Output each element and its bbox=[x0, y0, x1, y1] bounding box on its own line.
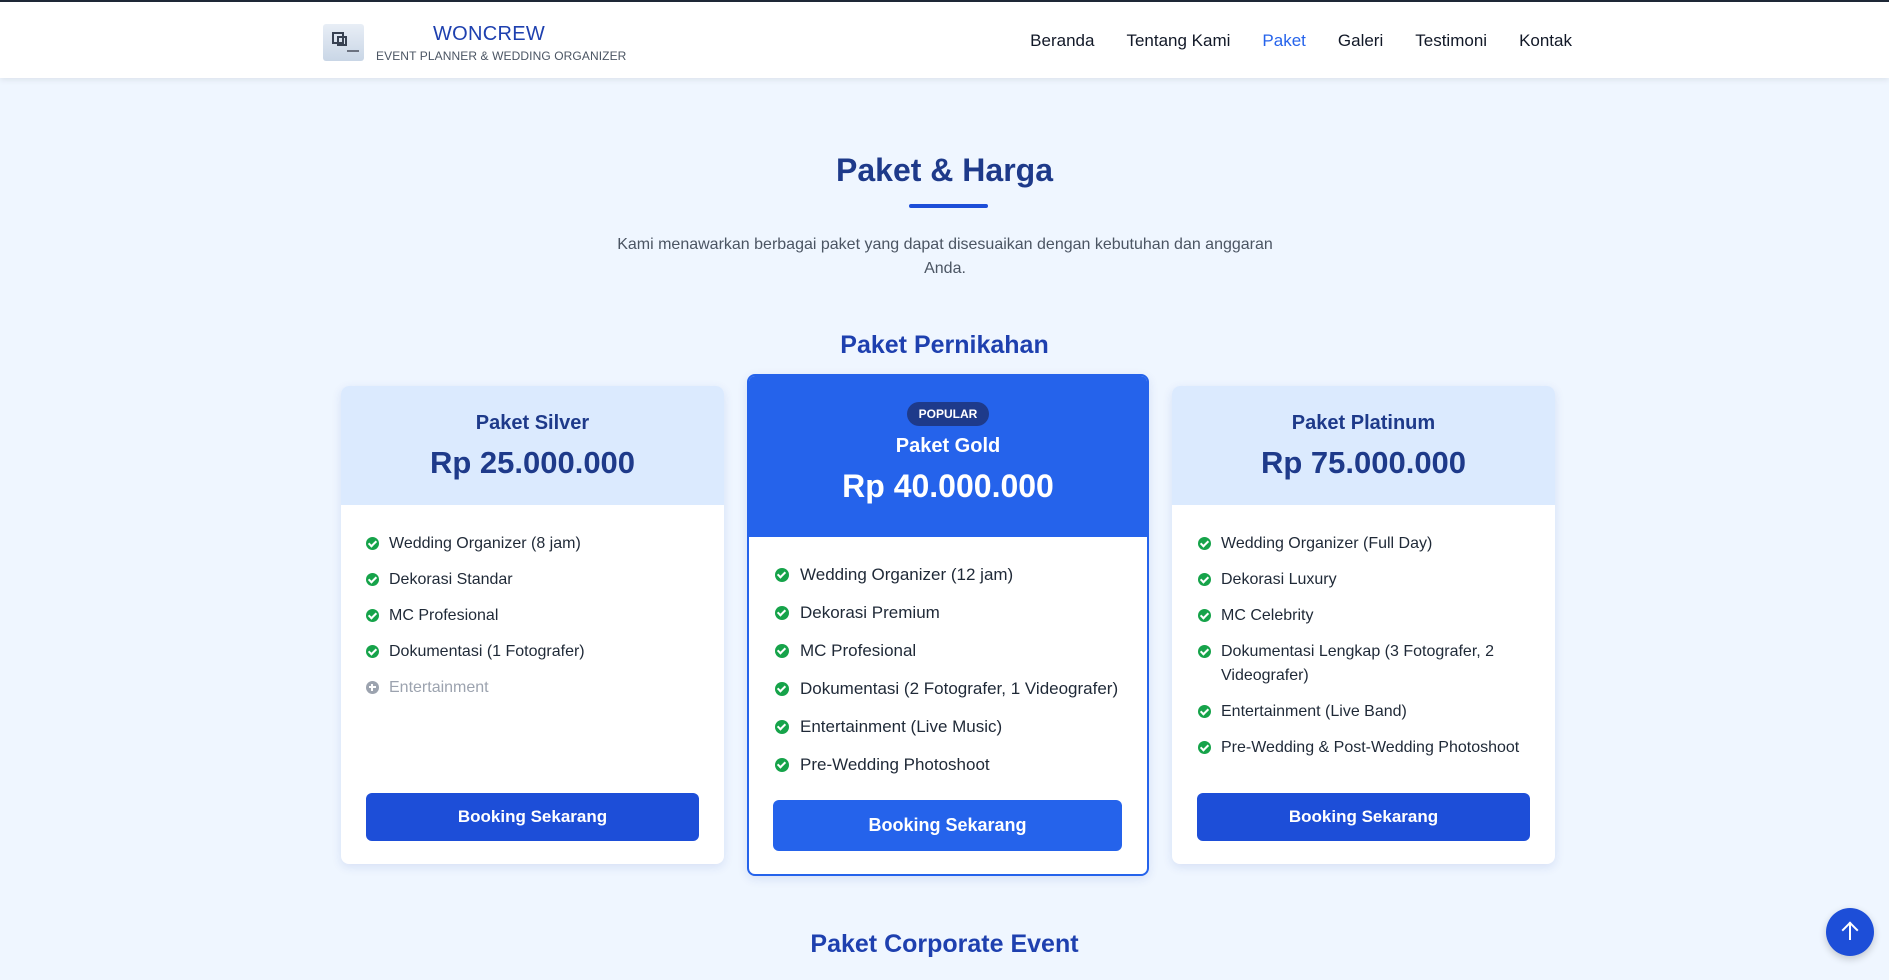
nav-beranda[interactable]: Beranda bbox=[1030, 31, 1094, 51]
check-circle-icon bbox=[1198, 705, 1211, 718]
feature-item: Wedding Organizer (12 jam) bbox=[775, 563, 1135, 587]
feature-item-excluded: Entertainment bbox=[366, 676, 706, 700]
package-name: Paket Silver bbox=[475, 412, 590, 434]
booking-button-gold[interactable]: Booking Sekarang bbox=[773, 800, 1122, 851]
package-price: Rp 25.000.000 bbox=[429, 445, 636, 480]
feature-text: Dokumentasi Lengkap (3 Fotografer, 2 Vid… bbox=[1221, 643, 1495, 684]
feature-text: MC Profesional bbox=[389, 607, 499, 624]
plus-circle-icon bbox=[366, 681, 379, 694]
check-circle-icon bbox=[775, 720, 789, 734]
feature-item: Dekorasi Standar bbox=[366, 568, 706, 592]
card-header: Paket Platinum Rp 75.000.000 bbox=[1172, 386, 1555, 505]
feature-list: Wedding Organizer (12 jam) Dekorasi Prem… bbox=[775, 563, 1135, 791]
check-circle-icon bbox=[775, 568, 789, 582]
package-card-silver: Paket Silver Rp 25.000.000 Wedding Organ… bbox=[341, 386, 724, 864]
check-circle-icon bbox=[1198, 741, 1211, 754]
main-nav: Beranda Tentang Kami Paket Galeri Testim… bbox=[1030, 31, 1572, 51]
feature-text: Wedding Organizer (12 jam) bbox=[800, 565, 1014, 584]
check-circle-icon bbox=[366, 537, 379, 550]
feature-text: Dokumentasi (2 Fotografer, 1 Videografer… bbox=[800, 679, 1119, 698]
feature-text: Dokumentasi (1 Fotografer) bbox=[389, 643, 585, 660]
feature-item: Entertainment (Live Band) bbox=[1198, 700, 1538, 724]
feature-item: Pre-Wedding Photoshoot bbox=[775, 753, 1135, 777]
check-circle-icon bbox=[775, 644, 789, 658]
wedding-packages-heading: Paket Pernikahan bbox=[840, 331, 1049, 359]
site-header: WONCREW EVENT PLANNER & WEDDING ORGANIZE… bbox=[0, 2, 1889, 78]
brand-logo[interactable] bbox=[323, 24, 364, 61]
feature-text: Entertainment (Live Band) bbox=[1221, 703, 1407, 720]
feature-text: Dekorasi Luxury bbox=[1221, 571, 1337, 588]
check-circle-icon bbox=[775, 682, 789, 696]
feature-text: MC Profesional bbox=[800, 641, 917, 660]
scroll-to-top-button[interactable] bbox=[1826, 908, 1874, 956]
check-circle-icon bbox=[775, 758, 789, 772]
brand-tagline: EVENT PLANNER & WEDDING ORGANIZER bbox=[376, 49, 627, 63]
check-circle-icon bbox=[1198, 645, 1211, 658]
feature-item: Pre-Wedding & Post-Wedding Photoshoot bbox=[1198, 736, 1538, 760]
check-circle-icon bbox=[366, 609, 379, 622]
brand-name[interactable]: WONCREW bbox=[376, 23, 602, 46]
feature-item: Dokumentasi (2 Fotografer, 1 Videografer… bbox=[775, 677, 1135, 701]
feature-item: Entertainment (Live Music) bbox=[775, 715, 1135, 739]
feature-item: Dokumentasi (1 Fotografer) bbox=[366, 640, 706, 664]
card-header: Paket Silver Rp 25.000.000 bbox=[341, 386, 724, 505]
check-circle-icon bbox=[1198, 537, 1211, 550]
check-circle-icon bbox=[1198, 573, 1211, 586]
feature-text: Pre-Wedding Photoshoot bbox=[800, 755, 990, 774]
check-circle-icon bbox=[775, 606, 789, 620]
title-underline bbox=[909, 204, 988, 208]
feature-item: Dekorasi Premium bbox=[775, 601, 1135, 625]
popular-badge: POPULAR bbox=[906, 402, 990, 426]
booking-button-platinum[interactable]: Booking Sekarang bbox=[1197, 793, 1530, 841]
package-card-platinum: Paket Platinum Rp 75.000.000 Wedding Org… bbox=[1172, 386, 1555, 864]
feature-item: Wedding Organizer (8 jam) bbox=[366, 532, 706, 556]
feature-item: Dokumentasi Lengkap (3 Fotografer, 2 Vid… bbox=[1198, 640, 1538, 688]
nav-kontak[interactable]: Kontak bbox=[1519, 31, 1572, 51]
corporate-packages-heading: Paket Corporate Event bbox=[810, 930, 1079, 958]
feature-text: Wedding Organizer (8 jam) bbox=[389, 535, 581, 552]
feature-text: Wedding Organizer (Full Day) bbox=[1221, 535, 1433, 552]
feature-list: Wedding Organizer (Full Day) Dekorasi Lu… bbox=[1198, 532, 1538, 772]
nav-galeri[interactable]: Galeri bbox=[1338, 31, 1383, 51]
nav-tentang-kami[interactable]: Tentang Kami bbox=[1126, 31, 1230, 51]
card-header: POPULAR Paket Gold Rp 40.000.000 bbox=[749, 376, 1147, 537]
feature-item: MC Profesional bbox=[366, 604, 706, 628]
feature-item: MC Celebrity bbox=[1198, 604, 1538, 628]
feature-list: Wedding Organizer (8 jam) Dekorasi Stand… bbox=[366, 532, 706, 712]
section-title: Paket & Harga bbox=[836, 152, 1053, 188]
feature-item: Wedding Organizer (Full Day) bbox=[1198, 532, 1538, 556]
package-price: Rp 40.000.000 bbox=[842, 468, 1054, 504]
package-name: Paket Gold bbox=[895, 435, 1001, 457]
feature-text: MC Celebrity bbox=[1221, 607, 1314, 624]
booking-button-silver[interactable]: Booking Sekarang bbox=[366, 793, 699, 841]
feature-text: Entertainment bbox=[389, 679, 489, 696]
package-card-gold: POPULAR Paket Gold Rp 40.000.000 Wedding… bbox=[747, 374, 1149, 876]
package-price: Rp 75.000.000 bbox=[1260, 445, 1467, 480]
feature-text: Entertainment (Live Music) bbox=[800, 717, 1003, 736]
package-name: Paket Platinum bbox=[1291, 412, 1436, 434]
feature-text: Dekorasi Premium bbox=[800, 603, 940, 622]
feature-text: Dekorasi Standar bbox=[389, 571, 513, 588]
check-circle-icon bbox=[366, 573, 379, 586]
nav-paket[interactable]: Paket bbox=[1262, 31, 1305, 51]
feature-item: MC Profesional bbox=[775, 639, 1135, 663]
feature-item: Dekorasi Luxury bbox=[1198, 568, 1538, 592]
feature-text: Pre-Wedding & Post-Wedding Photoshoot bbox=[1221, 739, 1520, 756]
nav-testimoni[interactable]: Testimoni bbox=[1415, 31, 1487, 51]
section-subtitle: Kami menawarkan berbagai paket yang dapa… bbox=[617, 236, 1273, 277]
check-circle-icon bbox=[366, 645, 379, 658]
check-circle-icon bbox=[1198, 609, 1211, 622]
